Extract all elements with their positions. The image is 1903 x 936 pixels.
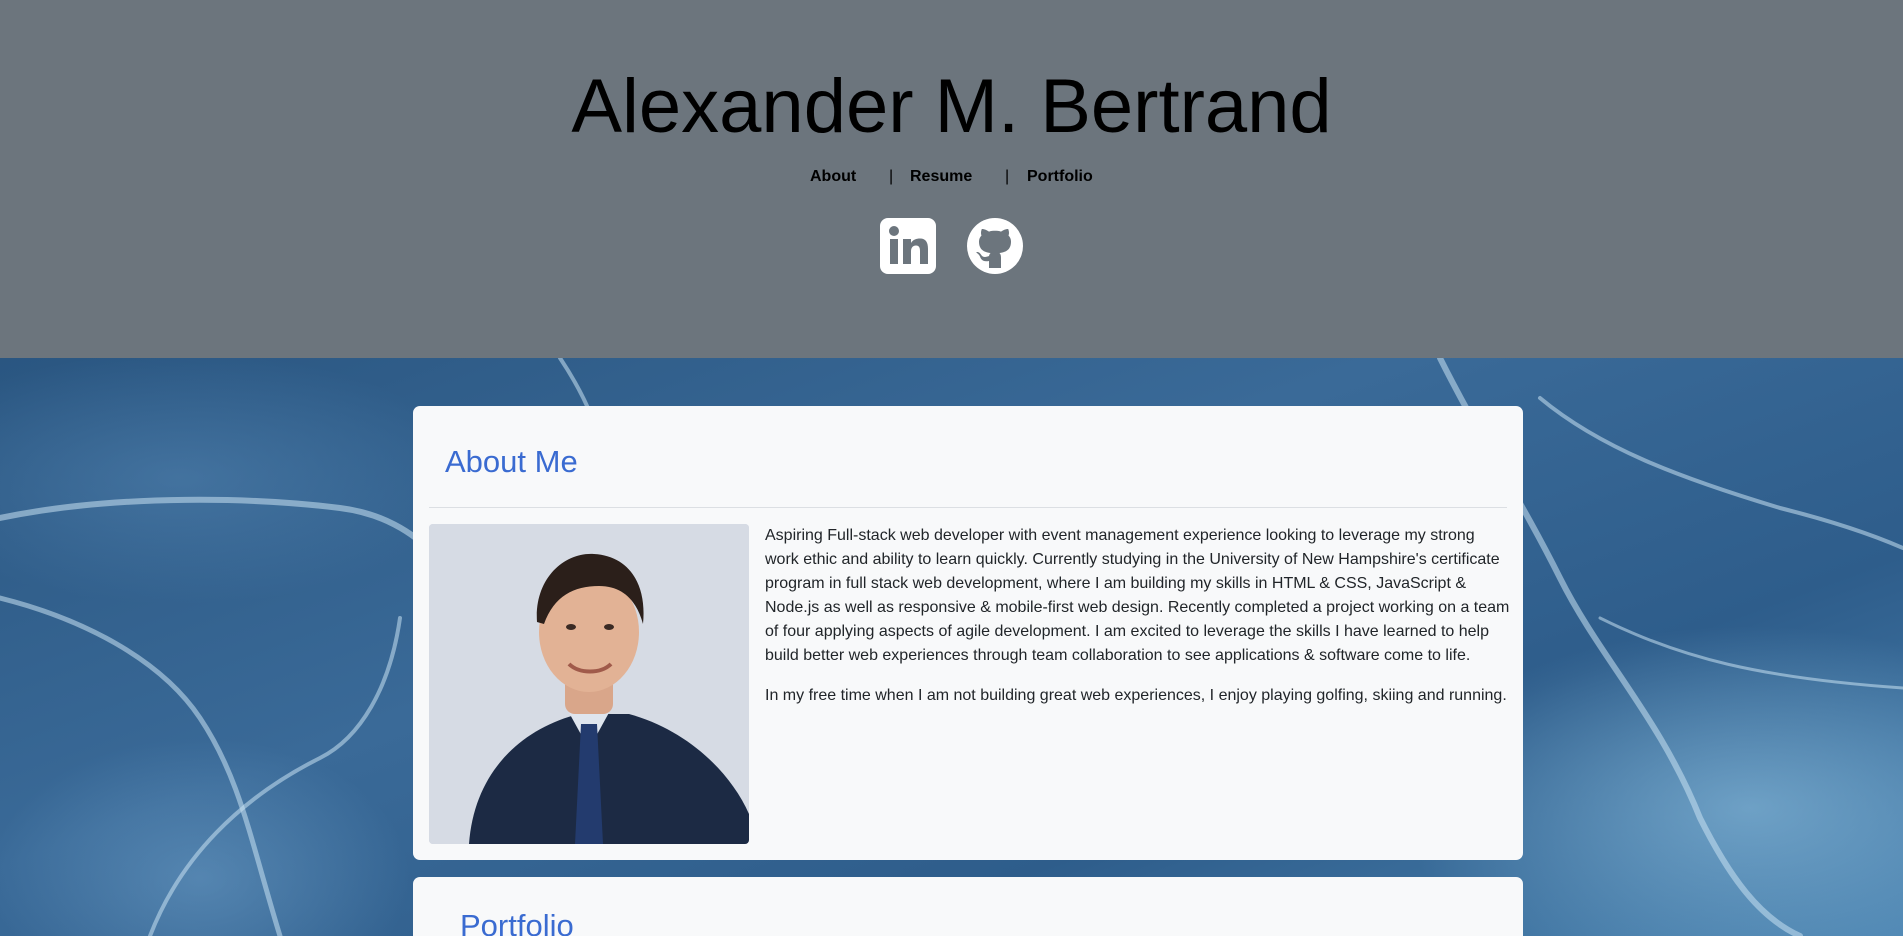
bio-paragraph: In my free time when I am not building g… bbox=[765, 687, 1507, 704]
nav-separator: | bbox=[889, 168, 894, 185]
about-bio: Aspiring Full-stack web developer with e… bbox=[765, 524, 1510, 724]
divider bbox=[429, 507, 1507, 508]
bio-paragraph: Aspiring Full-stack web developer with e… bbox=[765, 527, 1510, 664]
github-icon bbox=[967, 218, 1023, 274]
nav-about-link[interactable]: About bbox=[810, 166, 856, 188]
portfolio-heading: Portfolio bbox=[460, 908, 574, 936]
linkedin-icon bbox=[880, 218, 936, 274]
linkedin-link[interactable] bbox=[880, 218, 936, 274]
profile-photo bbox=[429, 524, 749, 844]
profile-portrait-image bbox=[429, 524, 749, 844]
about-heading: About Me bbox=[445, 444, 578, 479]
main-nav: About | Resume | Portfolio bbox=[0, 166, 1903, 190]
nav-resume-link[interactable]: Resume bbox=[910, 166, 972, 188]
github-link[interactable] bbox=[967, 218, 1023, 274]
site-header: Alexander M. Bertrand About | Resume | P… bbox=[0, 0, 1903, 358]
site-title: Alexander M. Bertrand bbox=[571, 64, 1332, 149]
nav-separator: | bbox=[1005, 168, 1010, 185]
nav-portfolio-link[interactable]: Portfolio bbox=[1027, 166, 1093, 188]
about-card: About Me Aspiring Full-stack web develop… bbox=[413, 406, 1523, 860]
portfolio-card: Portfolio bbox=[413, 877, 1523, 936]
